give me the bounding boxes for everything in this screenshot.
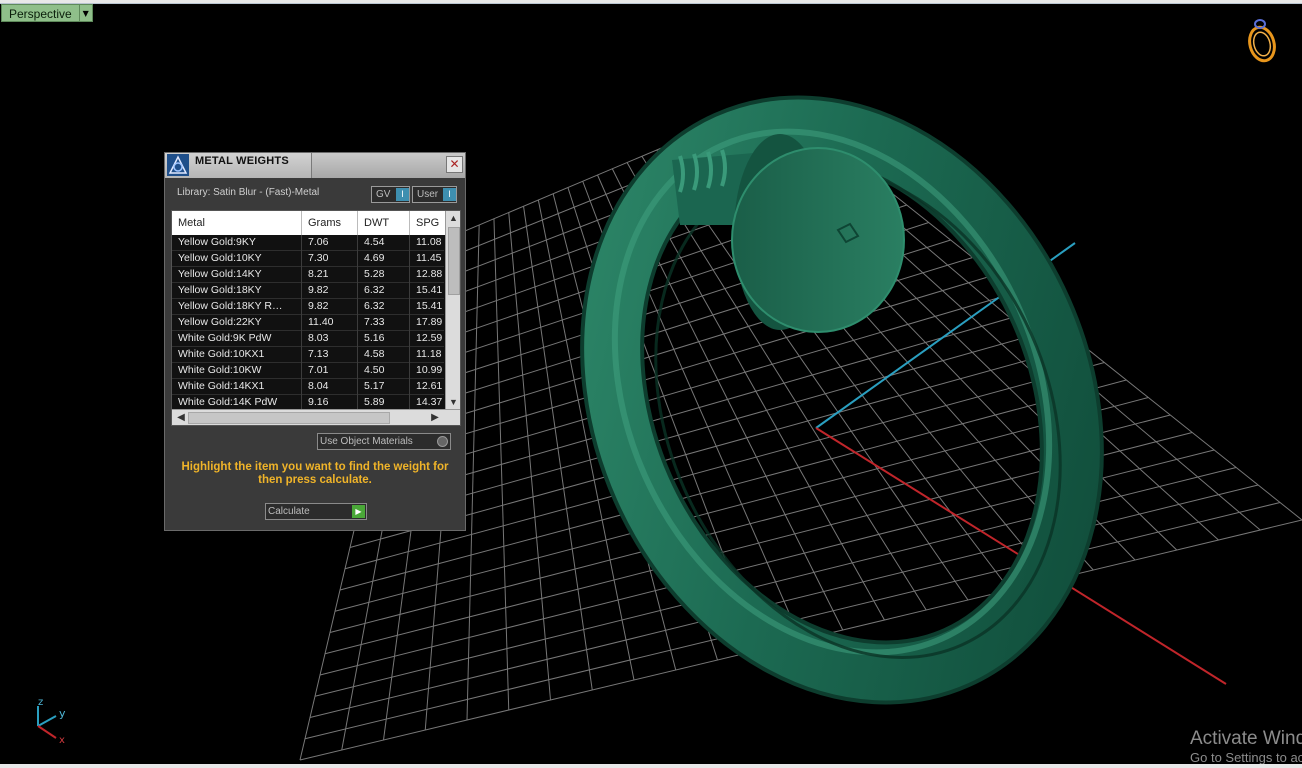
cell-dwt: 5.28	[358, 267, 410, 283]
cell-metal: White Gold:14KX1	[172, 379, 302, 395]
cell-grams: 11.40	[302, 315, 358, 331]
cell-grams: 8.03	[302, 331, 358, 347]
cell-metal: White Gold:10KX1	[172, 347, 302, 363]
cell-metal: Yellow Gold:9KY	[172, 235, 302, 251]
gv-toggle[interactable]: GV I	[371, 186, 410, 203]
cell-metal: White Gold:9K PdW	[172, 331, 302, 347]
gv-toggle-label: GV	[376, 189, 391, 200]
cell-metal: Yellow Gold:10KY	[172, 251, 302, 267]
cell-metal: Yellow Gold:22KY	[172, 315, 302, 331]
cell-dwt: 5.17	[358, 379, 410, 395]
table-row[interactable]: White Gold:10KW 7.01 4.50 10.99	[172, 363, 460, 379]
cell-grams: 7.13	[302, 347, 358, 363]
cell-metal: White Gold:10KW	[172, 363, 302, 379]
dialog-titlebar[interactable]: METAL WEIGHTS ✕	[165, 153, 465, 178]
metal-table[interactable]: Metal Grams DWT SPG Yellow Gold:9KY 7.06 4…	[171, 210, 461, 426]
viewport-menu-icon[interactable]: ▼	[79, 4, 93, 22]
cell-grams: 7.06	[302, 235, 358, 251]
column-header-dwt[interactable]: DWT	[358, 211, 410, 235]
table-header: Metal Grams DWT SPG	[172, 211, 460, 235]
cell-dwt: 4.58	[358, 347, 410, 363]
library-label: Library: Satin Blur - (Fast)-Metal	[177, 187, 320, 198]
metal-weights-dialog[interactable]: METAL WEIGHTS ✕ Library: Satin Blur - (F…	[164, 152, 466, 531]
cell-grams: 7.01	[302, 363, 358, 379]
user-toggle-label: User	[417, 189, 439, 200]
viewport-name[interactable]: Perspective	[1, 4, 80, 22]
cell-dwt: 5.16	[358, 331, 410, 347]
cell-dwt: 4.54	[358, 235, 410, 251]
cell-dwt: 6.32	[358, 283, 410, 299]
cell-dwt: 4.50	[358, 363, 410, 379]
cell-grams: 8.04	[302, 379, 358, 395]
vertical-scrollbar[interactable]: ▲ ▼	[445, 211, 460, 409]
app-logo-icon	[167, 154, 189, 176]
table-row[interactable]: Yellow Gold:22KY 11.40 7.33 17.89	[172, 315, 460, 331]
axis-y-label: y	[59, 707, 66, 720]
use-object-materials-toggle[interactable]: Use Object Materials	[317, 433, 451, 450]
scroll-left-icon[interactable]: ◀	[174, 410, 188, 425]
table-row[interactable]: Yellow Gold:10KY 7.30 4.69 11.45	[172, 251, 460, 267]
vertical-scroll-thumb[interactable]	[448, 227, 460, 295]
scroll-down-icon[interactable]: ▼	[446, 395, 460, 409]
table-row[interactable]: Yellow Gold:18KY 9.82 6.32 15.41	[172, 283, 460, 299]
horizontal-scroll-thumb[interactable]	[188, 412, 390, 424]
ring-preview-icon[interactable]	[1240, 16, 1280, 66]
radio-icon[interactable]	[437, 436, 448, 447]
close-icon[interactable]: ✕	[446, 156, 463, 173]
horizontal-scrollbar[interactable]: ◀ ▶	[172, 409, 460, 425]
gv-toggle-switch[interactable]: I	[396, 188, 409, 201]
table-row[interactable]: Yellow Gold:18KY R… 9.82 6.32 15.41	[172, 299, 460, 315]
table-body: Yellow Gold:9KY 7.06 4.54 11.08 Yellow Gold:…	[172, 235, 460, 411]
cell-dwt: 7.33	[358, 315, 410, 331]
cell-metal: Yellow Gold:14KY	[172, 267, 302, 283]
cell-grams: 8.21	[302, 267, 358, 283]
cell-grams: 9.82	[302, 299, 358, 315]
table-row[interactable]: White Gold:10KX1 7.13 4.58 11.18	[172, 347, 460, 363]
ring-model[interactable]	[528, 54, 1156, 747]
table-row[interactable]: Yellow Gold:9KY 7.06 4.54 11.08	[172, 235, 460, 251]
cell-grams: 7.30	[302, 251, 358, 267]
column-header-metal[interactable]: Metal	[172, 211, 302, 235]
user-toggle[interactable]: User I	[412, 186, 457, 203]
bottom-border	[0, 764, 1302, 768]
axis-z-label: z	[38, 697, 43, 708]
cell-metal: Yellow Gold:18KY R…	[172, 299, 302, 315]
play-icon[interactable]: ▶	[352, 505, 365, 518]
table-row[interactable]: White Gold:9K PdW 8.03 5.16 12.59	[172, 331, 460, 347]
axis-x-label: x	[59, 735, 65, 746]
calculate-button[interactable]: Calculate ▶	[265, 503, 367, 520]
dialog-title: METAL WEIGHTS	[195, 155, 289, 167]
user-toggle-switch[interactable]: I	[443, 188, 456, 201]
use-object-materials-label: Use Object Materials	[320, 436, 413, 447]
activation-watermark: Activate Windows Go to Settings to activ…	[1190, 728, 1302, 766]
viewport-label[interactable]: Perspective ▼	[1, 4, 93, 22]
table-row[interactable]: White Gold:14KX1 8.04 5.17 12.61	[172, 379, 460, 395]
watermark-line1: Activate Windows	[1190, 728, 1302, 749]
scroll-up-icon[interactable]: ▲	[446, 211, 460, 225]
cell-metal: Yellow Gold:18KY	[172, 283, 302, 299]
cell-grams: 9.82	[302, 283, 358, 299]
table-row[interactable]: Yellow Gold:14KY 8.21 5.28 12.88	[172, 267, 460, 283]
calculate-label: Calculate	[268, 506, 310, 517]
cell-dwt: 4.69	[358, 251, 410, 267]
cell-dwt: 6.32	[358, 299, 410, 315]
axis-tripod: z y x	[37, 697, 66, 746]
instruction-text: Highlight the item you want to find the …	[181, 461, 449, 486]
column-header-grams[interactable]: Grams	[302, 211, 358, 235]
scroll-right-icon[interactable]: ▶	[428, 410, 442, 425]
